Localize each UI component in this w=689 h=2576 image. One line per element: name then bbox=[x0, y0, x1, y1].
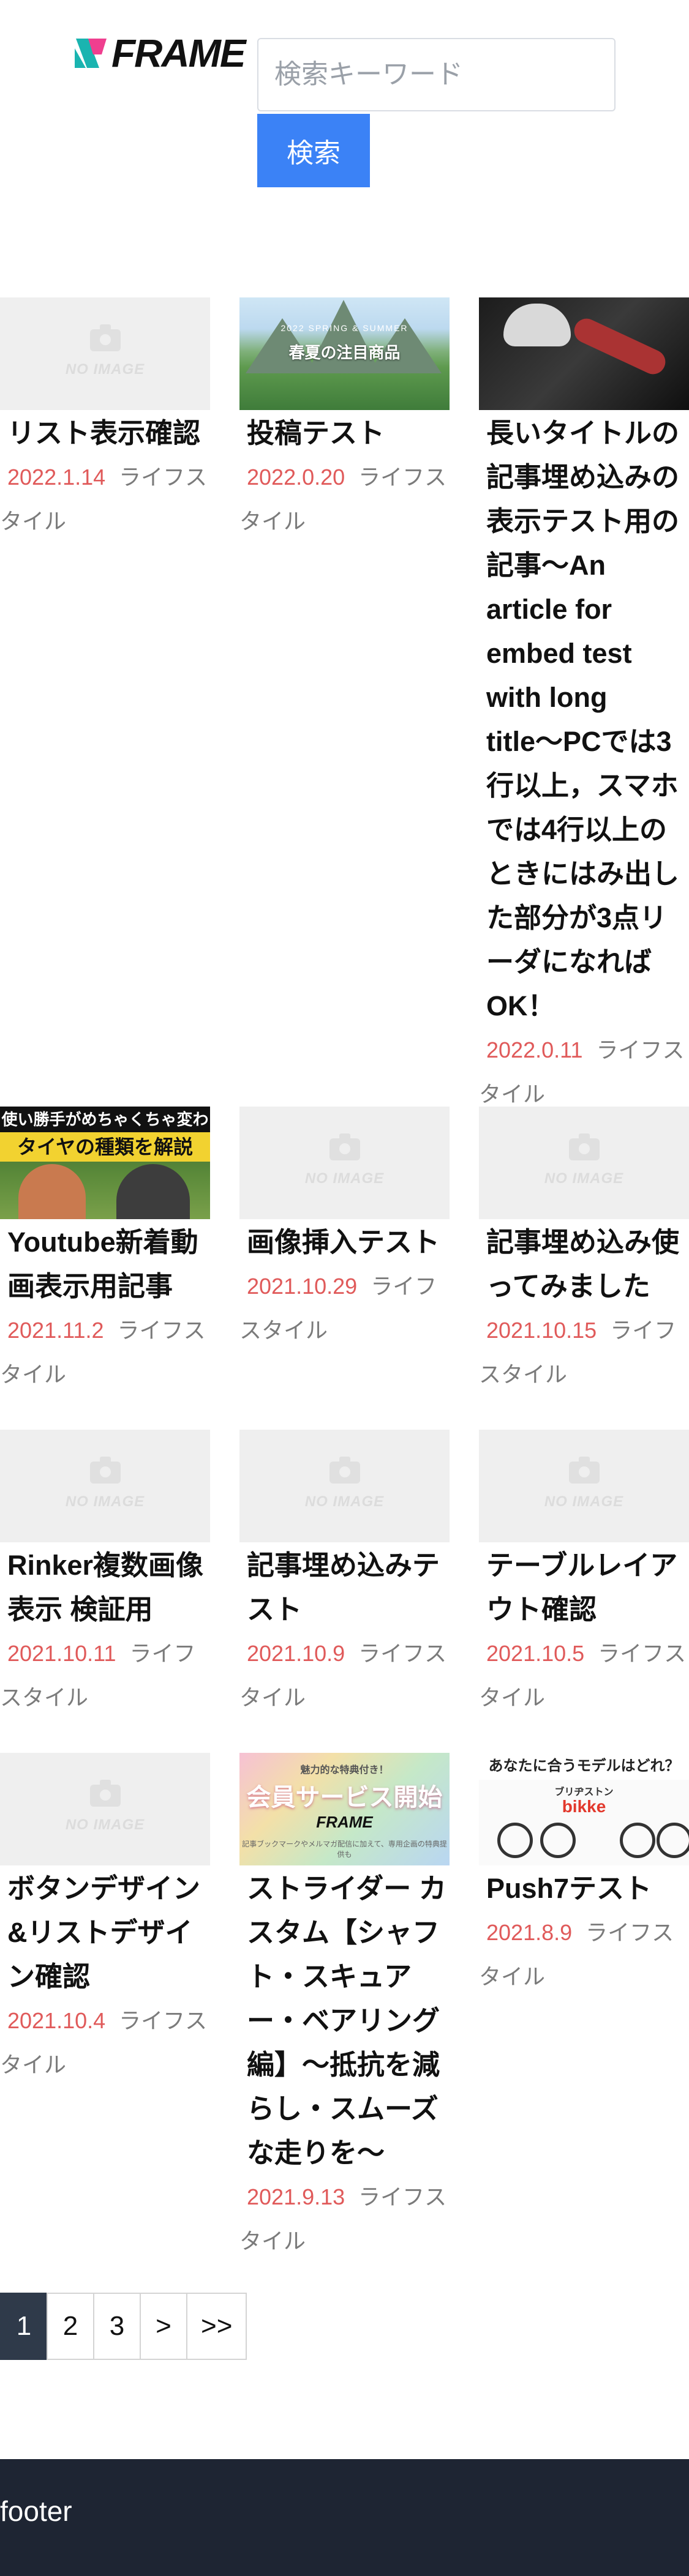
post-title[interactable]: 記事埋め込みテスト bbox=[239, 1544, 450, 1632]
no-image-placeholder: NO IMAGE bbox=[239, 1430, 450, 1542]
no-image-placeholder: NO IMAGE bbox=[479, 1430, 689, 1542]
post-meta: 2021.10.29 ライフスタイル bbox=[239, 1264, 450, 1353]
post-meta: 2021.9.13 ライフスタイル bbox=[239, 2175, 450, 2263]
post-card[interactable]: あなたに合うモデルはどれ？ ブリヂストン bikke Push7テスト 2021… bbox=[479, 1753, 689, 1999]
post-meta: 2022.1.14 ライフスタイル bbox=[0, 455, 210, 543]
footer-text: footer bbox=[0, 2495, 72, 2527]
post-meta: 2021.10.9 ライフスタイル bbox=[239, 1632, 450, 1720]
camera-icon bbox=[89, 1780, 121, 1807]
camera-icon bbox=[568, 1457, 600, 1484]
post-card[interactable]: NO IMAGE リスト表示確認 2022.1.14 ライフスタイル bbox=[0, 297, 210, 543]
post-title[interactable]: Rinker複数画像表示 検証用 bbox=[0, 1544, 210, 1632]
logo-mark-icon bbox=[72, 36, 109, 70]
search-button[interactable]: 検索 bbox=[257, 114, 370, 187]
post-meta: 2021.11.2 ライフスタイル bbox=[0, 1309, 210, 1397]
post-date: 2021.10.5 bbox=[486, 1641, 585, 1666]
post-date: 2021.10.9 bbox=[247, 1641, 345, 1666]
post-card[interactable]: NO IMAGE 画像挿入テスト 2021.10.29 ライフスタイル bbox=[239, 1107, 450, 1353]
site-footer: footer bbox=[0, 2459, 689, 2576]
post-title[interactable]: リスト表示確認 bbox=[0, 411, 210, 455]
next-page-button[interactable]: > bbox=[140, 2293, 187, 2360]
post-date: 2021.10.11 bbox=[7, 1641, 116, 1666]
camera-icon bbox=[568, 1133, 600, 1160]
post-title[interactable]: 画像挿入テスト bbox=[239, 1220, 450, 1264]
no-image-placeholder: NO IMAGE bbox=[0, 297, 210, 410]
post-meta: 2021.10.11 ライフスタイル bbox=[0, 1632, 210, 1720]
post-card[interactable]: NO IMAGE 記事埋め込み使ってみました 2021.10.15 ライフスタイル bbox=[479, 1107, 689, 1397]
post-date: 2022.0.20 bbox=[247, 465, 345, 490]
post-date: 2021.10.4 bbox=[7, 2008, 106, 2033]
no-image-placeholder: NO IMAGE bbox=[479, 1107, 689, 1219]
post-card[interactable]: 魅力的な特典付き！ 会員サービス開始 FRAME 記事ブックマークやメルマガ配信… bbox=[239, 1753, 450, 2263]
post-date: 2021.10.29 bbox=[247, 1274, 358, 1299]
search-input[interactable] bbox=[257, 38, 616, 111]
post-card[interactable]: 2022 SPRING & SUMMER 春夏の注目商品 投稿テスト 2022.… bbox=[239, 297, 450, 543]
post-title[interactable]: Push7テスト bbox=[479, 1867, 689, 1911]
bicycle-thumbnail: あなたに合うモデルはどれ？ ブリヂストン bikke bbox=[479, 1753, 689, 1865]
pagination: 1 2 3 > >> bbox=[0, 2293, 247, 2360]
post-card[interactable]: NO IMAGE 記事埋め込みテスト 2021.10.9 ライフスタイル bbox=[239, 1430, 450, 1720]
camera-icon bbox=[329, 1133, 360, 1160]
camera-icon bbox=[89, 1457, 121, 1484]
video-thumbnail: 使い勝手がめちゃくちゃ変わる タイヤの種類を解説 bbox=[0, 1107, 210, 1219]
camera-icon bbox=[89, 324, 121, 351]
post-meta: 2022.0.20 ライフスタイル bbox=[239, 455, 450, 543]
post-date: 2021.8.9 bbox=[486, 1920, 573, 1945]
post-title[interactable]: Youtube新着動画表示用記事 bbox=[0, 1220, 210, 1309]
camera-icon bbox=[329, 1457, 360, 1484]
page-1-button[interactable]: 1 bbox=[0, 2293, 48, 2360]
post-date: 2022.1.14 bbox=[7, 465, 106, 490]
cycling-thumbnail bbox=[479, 297, 689, 410]
mountain-thumbnail: 2022 SPRING & SUMMER 春夏の注目商品 bbox=[239, 297, 450, 410]
no-image-placeholder: NO IMAGE bbox=[239, 1107, 450, 1219]
post-meta: 2022.0.11 ライフスタイル bbox=[479, 1028, 689, 1116]
post-date: 2021.10.15 bbox=[486, 1318, 597, 1343]
site-logo[interactable]: FRAME bbox=[72, 33, 256, 73]
page-2-button[interactable]: 2 bbox=[47, 2293, 94, 2360]
post-meta: 2021.10.5 ライフスタイル bbox=[479, 1632, 689, 1720]
post-title[interactable]: テーブルレイアウト確認 bbox=[479, 1544, 689, 1632]
post-title[interactable]: 投稿テスト bbox=[239, 411, 450, 455]
last-page-button[interactable]: >> bbox=[186, 2293, 247, 2360]
post-card[interactable]: 使い勝手がめちゃくちゃ変わる タイヤの種類を解説 Youtube新着動画表示用記… bbox=[0, 1107, 210, 1397]
post-meta: 2021.10.15 ライフスタイル bbox=[479, 1309, 689, 1397]
post-card[interactable]: NO IMAGE Rinker複数画像表示 検証用 2021.10.11 ライフス… bbox=[0, 1430, 210, 1720]
post-date: 2021.11.2 bbox=[7, 1318, 104, 1343]
post-title[interactable]: 長いタイトルの記事埋め込みの表示テスト用の記事〜An article for e… bbox=[479, 411, 689, 1028]
post-title[interactable]: ストライダー カスタム【シャフト・スキュアー・ベアリング編】〜抵抗を減らし・スム… bbox=[239, 1867, 450, 2175]
logo-text: FRAME bbox=[111, 31, 246, 75]
post-card[interactable]: NO IMAGE テーブルレイアウト確認 2021.10.5 ライフスタイル bbox=[479, 1430, 689, 1720]
member-service-thumbnail: 魅力的な特典付き！ 会員サービス開始 FRAME 記事ブックマークやメルマガ配信… bbox=[239, 1753, 450, 1865]
no-image-placeholder: NO IMAGE bbox=[0, 1753, 210, 1865]
post-card[interactable]: 長いタイトルの記事埋め込みの表示テスト用の記事〜An article for e… bbox=[479, 297, 689, 1116]
post-title[interactable]: 記事埋め込み使ってみました bbox=[479, 1220, 689, 1309]
post-date: 2022.0.11 bbox=[486, 1037, 583, 1062]
post-date: 2021.9.13 bbox=[247, 2184, 345, 2209]
post-card[interactable]: NO IMAGE ボタンデザイン&リストデザイン確認 2021.10.4 ライフス… bbox=[0, 1753, 210, 2087]
post-title[interactable]: ボタンデザイン&リストデザイン確認 bbox=[0, 1867, 210, 1999]
no-image-placeholder: NO IMAGE bbox=[0, 1430, 210, 1542]
post-meta: 2021.8.9 ライフスタイル bbox=[479, 1911, 689, 1999]
post-meta: 2021.10.4 ライフスタイル bbox=[0, 1999, 210, 2087]
page-3-button[interactable]: 3 bbox=[93, 2293, 141, 2360]
